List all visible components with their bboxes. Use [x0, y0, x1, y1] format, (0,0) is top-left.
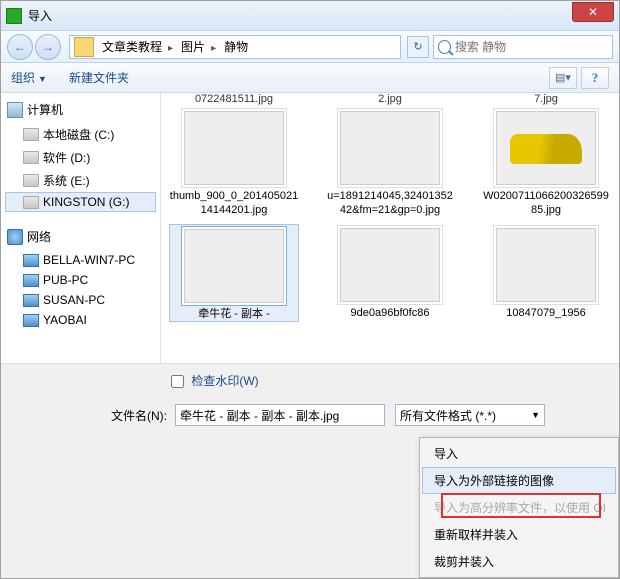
drive-icon [23, 128, 39, 141]
check-watermark-checkbox[interactable] [171, 375, 184, 388]
refresh-button[interactable]: ↻ [407, 36, 429, 58]
file-item[interactable]: thumb_900_0_20140502114144201.jpg [169, 107, 299, 218]
search-box[interactable] [433, 35, 613, 59]
filename-label: 文件名(N): [111, 407, 167, 424]
toolbar: 组织▼ 新建文件夹 ▤▾ ? [1, 63, 619, 93]
arrow-right-icon: → [42, 40, 54, 54]
window-title: 导入 [28, 7, 572, 24]
search-input[interactable] [455, 40, 608, 54]
help-button[interactable]: ? [581, 67, 609, 89]
app-icon [6, 8, 22, 24]
organize-button[interactable]: 组织▼ [11, 69, 47, 86]
pc-icon [23, 314, 39, 327]
check-watermark[interactable]: 检查水印(W) [171, 374, 259, 388]
view-options-button[interactable]: ▤▾ [549, 67, 577, 89]
arrow-left-icon: ← [14, 40, 26, 54]
watermark-row: 检查水印(W) [11, 372, 609, 390]
file-name: thumb_900_0_20140502114144201.jpg [169, 189, 299, 218]
pc-icon [23, 274, 39, 287]
file-name-truncated[interactable]: 0722481511.jpg [169, 93, 299, 105]
sidebar-item-drive[interactable]: KINGSTON (G:) [5, 192, 156, 212]
thumbnail [496, 111, 596, 185]
sidebar: 计算机 本地磁盘 (C:) 软件 (D:) 系统 (E:) KINGSTON (… [1, 93, 161, 363]
breadcrumb-item[interactable]: 文章类教程 [98, 38, 177, 55]
view-icon: ▤▾ [555, 71, 571, 84]
nav-back-button[interactable]: ← [7, 34, 33, 60]
sidebar-item-network[interactable]: 网络 [5, 226, 156, 247]
drive-icon [23, 196, 39, 209]
file-name: u=1891214045,3240135242&fm=21&gp=0.jpg [325, 189, 455, 218]
file-item[interactable]: 10847079_1956 [481, 224, 611, 322]
filter-label: 所有文件格式 (*.*) [400, 407, 496, 424]
sidebar-item-drive[interactable]: 系统 (E:) [5, 169, 156, 192]
file-item[interactable]: u=1891214045,3240135242&fm=21&gp=0.jpg [325, 107, 455, 218]
breadcrumb-item[interactable]: 图片 [177, 38, 220, 55]
file-name-truncated[interactable]: 2.jpg [325, 93, 455, 105]
file-item[interactable]: 9de0a96bf0fc86 [325, 224, 455, 322]
computer-icon [7, 102, 23, 118]
file-item-selected[interactable]: 牵牛花 - 副本 - [169, 224, 299, 322]
titlebar: 导入 ✕ [1, 1, 619, 31]
sidebar-item-host[interactable]: PUB-PC [5, 270, 156, 290]
chevron-down-icon: ▼ [531, 410, 540, 420]
file-item[interactable]: W020071106620032659985.jpg [481, 107, 611, 218]
close-button[interactable]: ✕ [572, 2, 614, 22]
close-icon: ✕ [588, 5, 598, 19]
drive-icon [23, 151, 39, 164]
file-grid: 0722481511.jpg 2.jpg 7.jpg thumb_900_0_2… [161, 93, 619, 363]
drive-icon [23, 174, 39, 187]
thumbnail [340, 111, 440, 185]
chevron-down-icon: ▼ [38, 74, 47, 84]
thumbnail [340, 228, 440, 302]
file-name: 牵牛花 - 副本 - [170, 307, 298, 321]
breadcrumb-item[interactable]: 静物 [220, 38, 258, 55]
import-dropdown-menu: 导入 导入为外部链接的图像 导入为高分辨率文件，以使用 OI 重新取样并装入 裁… [419, 437, 619, 578]
file-name: 10847079_1956 [481, 306, 611, 320]
file-name: W020071106620032659985.jpg [481, 189, 611, 218]
sidebar-group-network: 网络 BELLA-WIN7-PC PUB-PC SUSAN-PC YAOBAI [5, 226, 156, 330]
sidebar-item-host[interactable]: BELLA-WIN7-PC [5, 250, 156, 270]
filter-select[interactable]: 所有文件格式 (*.*) ▼ [395, 404, 545, 426]
sidebar-item-host[interactable]: SUSAN-PC [5, 290, 156, 310]
dialog-body: 计算机 本地磁盘 (C:) 软件 (D:) 系统 (E:) KINGSTON (… [1, 93, 619, 363]
menu-item-crop-load[interactable]: 裁剪并装入 [422, 548, 616, 575]
file-name-truncated[interactable]: 7.jpg [481, 93, 611, 105]
sidebar-item-computer[interactable]: 计算机 [5, 99, 156, 120]
menu-item-import-highres: 导入为高分辨率文件，以使用 OI [422, 494, 616, 521]
sidebar-item-drive[interactable]: 软件 (D:) [5, 146, 156, 169]
new-folder-button[interactable]: 新建文件夹 [69, 69, 129, 86]
sidebar-group-computer: 计算机 本地磁盘 (C:) 软件 (D:) 系统 (E:) KINGSTON (… [5, 99, 156, 212]
pc-icon [23, 294, 39, 307]
menu-item-import[interactable]: 导入 [422, 440, 616, 467]
file-name: 9de0a96bf0fc86 [325, 306, 455, 320]
filename-input[interactable] [175, 404, 385, 426]
help-icon: ? [592, 70, 599, 86]
pc-icon [23, 254, 39, 267]
folder-icon [74, 37, 94, 57]
nav-forward-button[interactable]: → [35, 34, 61, 60]
thumbnail [184, 229, 284, 303]
thumbnail [184, 111, 284, 185]
file-open-dialog: 导入 ✕ ← → 文章类教程 图片 静物 ↻ 组织▼ 新建文件夹 ▤▾ ? 计算… [0, 0, 620, 579]
sidebar-item-host[interactable]: YAOBAI [5, 310, 156, 330]
filename-row: 文件名(N): 所有文件格式 (*.*) ▼ [11, 404, 609, 426]
network-icon [7, 229, 23, 245]
thumbnail [496, 228, 596, 302]
menu-item-import-external-link[interactable]: 导入为外部链接的图像 [422, 467, 616, 494]
address-bar[interactable]: 文章类教程 图片 静物 [69, 35, 401, 59]
menu-item-resample-load[interactable]: 重新取样并装入 [422, 521, 616, 548]
navbar: ← → 文章类教程 图片 静物 ↻ [1, 31, 619, 63]
search-icon [438, 40, 451, 54]
sidebar-item-drive[interactable]: 本地磁盘 (C:) [5, 123, 156, 146]
refresh-icon: ↻ [413, 40, 422, 53]
